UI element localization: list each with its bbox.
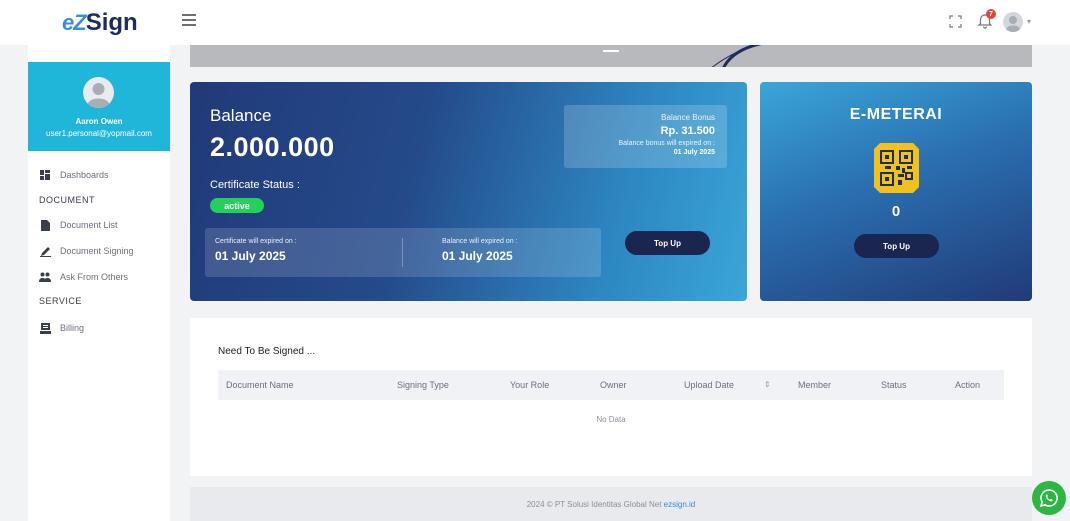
divider (402, 238, 403, 267)
balance-top-up-button[interactable]: Top Up (625, 231, 710, 255)
whatsapp-icon (1039, 489, 1058, 508)
profile-avatar (83, 77, 114, 108)
need-to-be-signed-card: Need To Be Signed ... Document Name Sign… (190, 318, 1032, 476)
file-icon (39, 219, 51, 231)
balance-bonus-box: Balance Bonus Rp. 31.500 Balance bonus w… (564, 105, 727, 168)
notification-badge: 7 (986, 9, 996, 19)
column-header-action[interactable]: Action (955, 380, 980, 390)
bonus-label: Balance Bonus (661, 113, 715, 122)
balance-title: Balance (210, 106, 272, 125)
e-meterai-top-up-button[interactable]: Top Up (854, 234, 939, 258)
column-header-owner[interactable]: Owner (600, 380, 627, 390)
column-header-status[interactable]: Status (881, 380, 907, 390)
banner-indicator[interactable] (603, 50, 619, 52)
dashboard-icon (39, 169, 51, 181)
top-bar: eZ Sign 7 ▾ (0, 0, 1070, 45)
sidebar-item-dashboards[interactable]: Dashboards (39, 168, 109, 182)
column-header-upload-date[interactable]: Upload Date (684, 380, 734, 390)
column-header-member[interactable]: Member (798, 380, 831, 390)
ezsign-logo[interactable]: eZ Sign (62, 9, 138, 37)
e-meterai-title: E-METERAI (849, 106, 943, 123)
certificate-expiry-date: 01 July 2025 (215, 249, 286, 263)
empty-state-text: No Data (596, 415, 626, 424)
sidebar-item-label: Document Signing (60, 246, 134, 256)
sidebar-item-billing[interactable]: Billing (39, 321, 84, 335)
footer: 2024 © PT Solusi Identitas Global Net ez… (190, 487, 1032, 521)
profile-card: Aaron Owen user1.personal@yopmail.com (28, 62, 170, 151)
certificate-expiry: Certificate will expired on : 01 July 20… (215, 238, 297, 263)
sort-icon[interactable]: ⇕ (764, 380, 771, 389)
balance-expiry-label: Balance will expired on : (442, 238, 518, 245)
banner-graphic (711, 45, 762, 67)
sidebar-item-document-signing[interactable]: Document Signing (39, 244, 134, 258)
bonus-amount: Rp. 31.500 (660, 125, 715, 137)
table-title: Need To Be Signed ... (218, 346, 316, 357)
whatsapp-chat-button[interactable] (1032, 481, 1066, 515)
users-icon (39, 271, 51, 283)
bonus-expiry-date: 01 July 2025 (673, 149, 715, 156)
logo-mark: eZ (62, 10, 87, 35)
qr-code-icon (874, 143, 919, 193)
balance-card: Balance 2.000.000 Certificate Status : a… (190, 82, 747, 301)
menu-toggle-icon[interactable] (182, 14, 196, 26)
sidebar-item-document-list[interactable]: Document List (39, 218, 118, 232)
footer-link[interactable]: ezsign.id (664, 500, 696, 509)
column-header-document-name[interactable]: Document Name (226, 380, 294, 390)
sidebar-item-label: Document List (60, 220, 118, 230)
fullscreen-icon[interactable] (949, 15, 962, 28)
bonus-expiry-label: Balance bonus will expired on : (618, 140, 715, 147)
table-header: Document Name Signing Type Your Role Own… (218, 370, 1004, 400)
promo-banner[interactable] (190, 45, 1032, 67)
billing-icon (39, 322, 51, 334)
sidebar-item-label: Ask From Others (60, 272, 129, 282)
e-meterai-card: E-METERAI 0 Top Up (760, 82, 1032, 301)
balance-expiry-date: 01 July 2025 (442, 249, 513, 263)
balance-expiry: Balance will expired on : 01 July 2025 (442, 238, 518, 263)
sidebar-item-ask-from-others[interactable]: Ask From Others (39, 270, 128, 284)
sidebar-item-label: Dashboards (60, 170, 109, 180)
chevron-down-icon[interactable]: ▾ (1027, 17, 1031, 26)
balance-amount: 2.000.000 (210, 132, 335, 162)
certificate-expiry-label: Certificate will expired on : (215, 238, 297, 245)
user-avatar[interactable] (1003, 12, 1023, 32)
expiry-box: Certificate will expired on : 01 July 20… (205, 228, 601, 277)
sidebar: Aaron Owen user1.personal@yopmail.com Da… (28, 45, 170, 521)
certificate-status-label: Certificate Status : (210, 179, 300, 191)
profile-name: Aaron Owen (75, 117, 123, 126)
status-badge: active (210, 198, 264, 213)
sidebar-item-label: Billing (60, 323, 85, 333)
profile-email: user1.personal@yopmail.com (46, 129, 152, 138)
section-service: SERVICE (39, 296, 82, 306)
footer-text: 2024 © PT Solusi Identitas Global Net (526, 500, 664, 509)
column-header-your-role[interactable]: Your Role (510, 380, 549, 390)
section-document: DOCUMENT (39, 195, 95, 205)
e-meterai-count: 0 (891, 203, 901, 220)
logo-text: Sign (85, 9, 138, 36)
column-header-signing-type[interactable]: Signing Type (397, 380, 449, 390)
pen-icon (39, 245, 51, 257)
